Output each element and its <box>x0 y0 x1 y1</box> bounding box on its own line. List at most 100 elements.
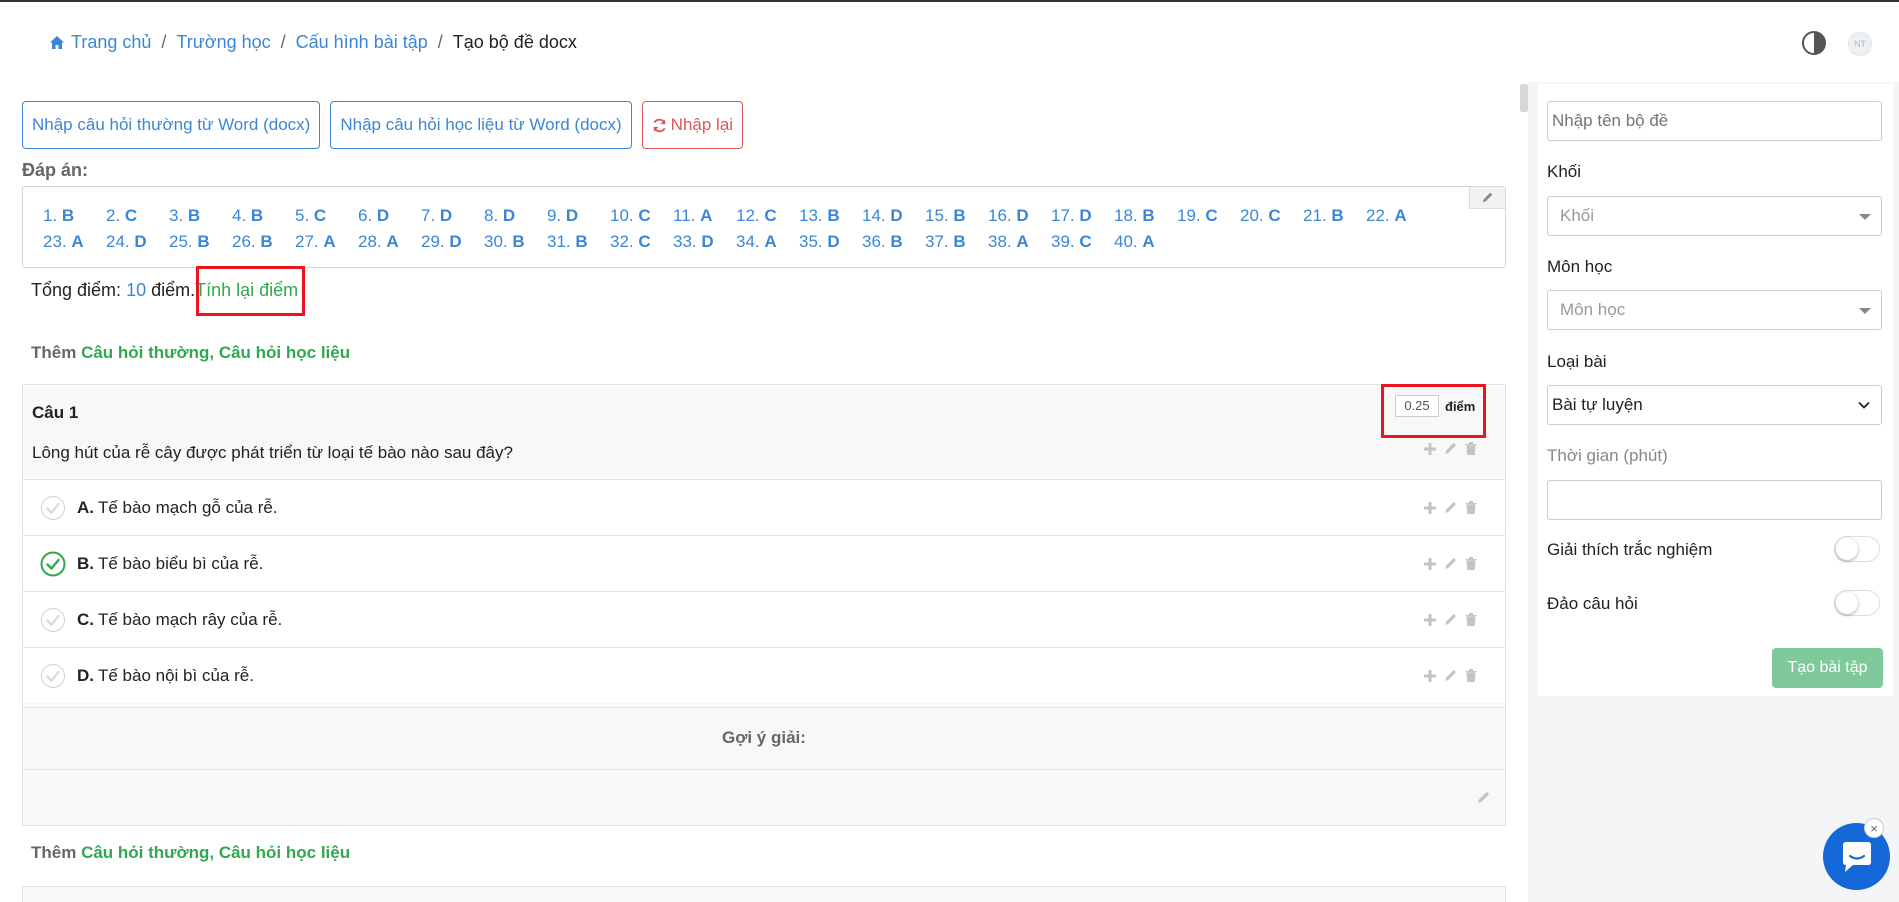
option-key: D. <box>77 665 94 685</box>
import-normal-button[interactable]: Nhập câu hỏi thường từ Word (docx) <box>22 101 321 149</box>
answer-letter: D <box>439 206 453 225</box>
breadcrumb-separator: / <box>437 32 443 52</box>
subject-select-value: Môn học <box>1560 300 1626 319</box>
answer-letter: B <box>512 232 525 251</box>
answer-key-item: 40. A <box>1114 231 1177 253</box>
answer-number: 4. <box>232 206 247 225</box>
subject-select[interactable]: Môn học <box>1547 290 1882 330</box>
option-text: Tế bào biểu bì của rễ. <box>98 553 264 573</box>
answer-key-item: 21. B <box>1303 205 1366 227</box>
check-circle-icon[interactable] <box>40 607 66 633</box>
answer-letter: D <box>701 232 714 251</box>
trash-icon[interactable] <box>1464 556 1478 571</box>
option-key: B. <box>77 553 94 573</box>
highlight-recalc <box>196 266 305 316</box>
add-question-row: Thêm Câu hỏi thường, Câu hỏi học liệu <box>31 343 350 363</box>
add-material-question-link[interactable]: Câu hỏi học liệu <box>219 843 350 862</box>
add-icon[interactable] <box>1423 501 1437 515</box>
add-icon[interactable] <box>1423 613 1437 627</box>
answer-number: 25. <box>169 232 193 251</box>
trash-icon[interactable] <box>1464 612 1478 627</box>
shuffle-toggle[interactable] <box>1834 590 1880 616</box>
answer-number: 27. <box>295 232 319 251</box>
answer-number: 11. <box>673 206 696 225</box>
trash-icon[interactable] <box>1464 668 1478 683</box>
total-suffix: điểm. <box>151 280 196 300</box>
contrast-toggle-icon[interactable] <box>1801 30 1827 56</box>
answer-number: 26. <box>232 232 256 251</box>
add-normal-question-link[interactable]: Câu hỏi thường, <box>81 343 214 362</box>
grade-select[interactable]: Khối <box>1547 196 1882 236</box>
answer-number: 22. <box>1366 206 1390 225</box>
answer-letter: A <box>1394 206 1407 225</box>
type-select[interactable]: Bài tự luyện <box>1547 385 1882 425</box>
time-input[interactable] <box>1547 480 1882 520</box>
add-normal-question-link[interactable]: Câu hỏi thường, <box>81 843 214 862</box>
create-exercise-button[interactable]: Tạo bài tập <box>1772 648 1883 688</box>
chat-close-icon[interactable]: × <box>1864 818 1884 838</box>
answers-edit-button[interactable] <box>1469 187 1505 209</box>
answer-option[interactable]: D. Tế bào nội bì của rễ. <box>23 647 1505 703</box>
breadcrumb-separator: / <box>161 32 167 52</box>
breadcrumb-current: Tạo bộ đề docx <box>452 32 577 52</box>
answer-option[interactable]: C. Tế bào mạch rây của rễ. <box>23 591 1505 647</box>
pencil-icon[interactable] <box>1443 500 1458 515</box>
breadcrumb-school[interactable]: Trường học <box>176 32 270 53</box>
answer-key-item: 11. A <box>673 205 736 227</box>
breadcrumb-config[interactable]: Cấu hình bài tập <box>296 32 428 53</box>
answer-key-item: 24. D <box>106 231 169 253</box>
answer-key-item: 13. B <box>799 205 862 227</box>
answer-letter: B <box>250 206 264 225</box>
option-text: Tế bào mạch gỗ của rễ. <box>98 497 278 517</box>
add-icon[interactable] <box>1423 669 1437 683</box>
caret-down-icon <box>1859 214 1871 220</box>
answer-number: 10. <box>610 206 634 225</box>
answer-number: 5. <box>295 206 310 225</box>
add-icon[interactable] <box>1423 442 1437 456</box>
explain-toggle[interactable] <box>1834 536 1880 562</box>
hint-body <box>23 769 1505 825</box>
answer-number: 37. <box>925 232 949 251</box>
pencil-icon[interactable] <box>1443 556 1458 571</box>
avatar[interactable]: NT <box>1848 32 1872 56</box>
answer-number: 34. <box>736 232 760 251</box>
answer-option[interactable]: A. Tế bào mạch gỗ của rễ. <box>23 479 1505 535</box>
answer-key-item: 18. B <box>1114 205 1177 227</box>
pencil-icon[interactable] <box>1443 612 1458 627</box>
answer-key-item: 23. A <box>43 231 106 253</box>
refresh-icon <box>653 118 666 132</box>
answer-number: 33. <box>673 232 697 251</box>
total-prefix: Tổng điểm: <box>31 280 122 300</box>
add-icon[interactable] <box>1423 557 1437 571</box>
answer-letter: A <box>1142 232 1155 251</box>
hint-title: Gợi ý giải: <box>722 728 806 747</box>
home-icon <box>50 36 64 49</box>
answer-option[interactable]: B. Tế bào biểu bì của rễ. <box>23 535 1505 591</box>
answer-letter: D <box>449 232 462 251</box>
reset-button[interactable]: Nhập lại <box>641 101 744 149</box>
check-circle-icon[interactable] <box>40 495 66 521</box>
add-material-question-link[interactable]: Câu hỏi học liệu <box>219 343 350 362</box>
pencil-icon[interactable] <box>1443 668 1458 683</box>
type-select-value: Bài tự luyện <box>1552 395 1643 414</box>
answer-number: 39. <box>1051 232 1075 251</box>
trash-icon[interactable] <box>1464 500 1478 515</box>
answer-letter: C <box>124 206 138 225</box>
type-label: Loại bài <box>1547 352 1607 371</box>
set-name-input[interactable] <box>1547 101 1882 141</box>
answer-key-item: 25. B <box>169 231 232 253</box>
breadcrumb-separator: / <box>280 32 286 52</box>
breadcrumb-home[interactable]: Trang chủ <box>49 32 151 53</box>
pencil-icon[interactable] <box>1476 790 1491 805</box>
answer-number: 9. <box>547 206 562 225</box>
breadcrumb: Trang chủ / Trường học / Cấu hình bài tậ… <box>49 32 577 53</box>
check-circle-icon[interactable] <box>40 663 66 689</box>
toggle-knob <box>1836 592 1858 614</box>
scrollbar-thumb[interactable] <box>1520 84 1528 112</box>
check-circle-correct-icon[interactable] <box>40 551 66 577</box>
answer-letter: A <box>1016 232 1029 251</box>
pencil-icon[interactable] <box>1443 441 1458 456</box>
trash-icon[interactable] <box>1464 441 1478 456</box>
answer-key-item: 12. C <box>736 205 799 227</box>
import-material-button[interactable]: Nhập câu hỏi học liệu từ Word (docx) <box>330 101 632 149</box>
